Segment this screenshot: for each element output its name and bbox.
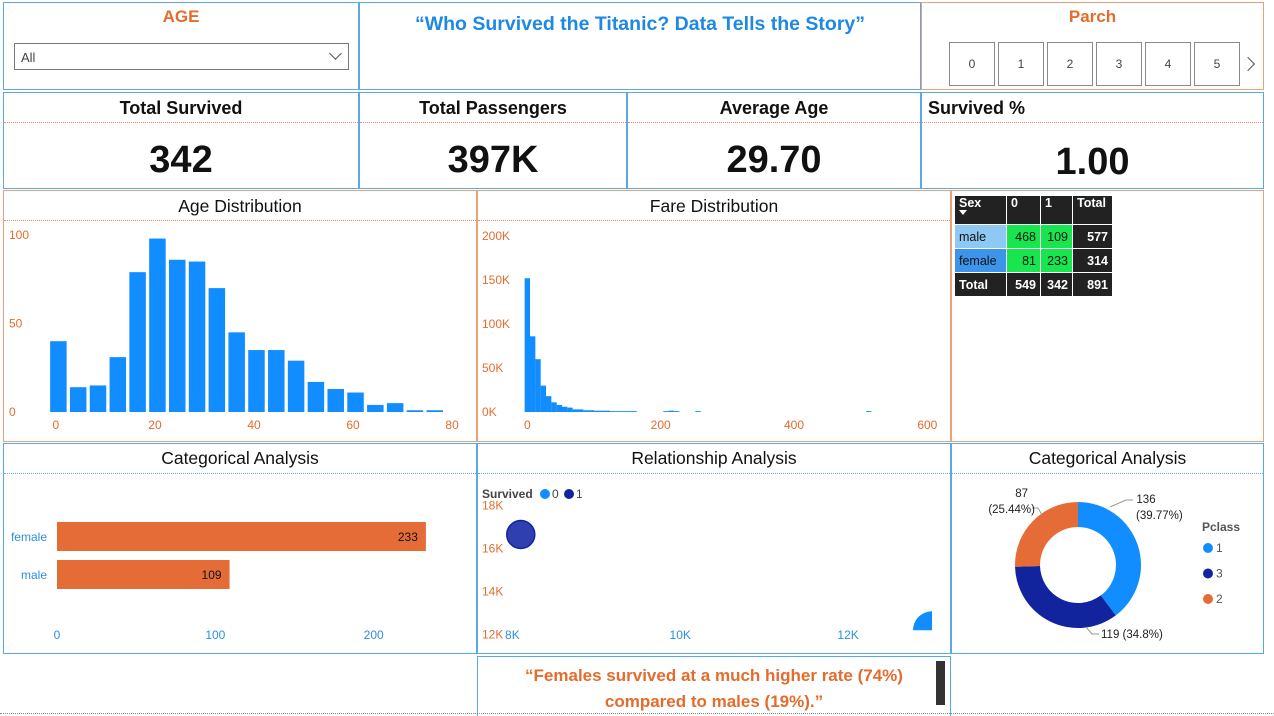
age-dropdown[interactable]: All (14, 43, 349, 70)
kpi-survived-percent: Survived % 1.00 (921, 92, 1264, 189)
categorical-pclass-panel: Categorical Analysis (951, 443, 1264, 654)
cell: 233 (1040, 248, 1073, 273)
relationship-panel: Relationship Analysis (477, 443, 951, 654)
chart-title: Fare Distribution (649, 196, 779, 216)
matrix-header-1[interactable]: 1 (1040, 195, 1073, 225)
row-total: 577 (1072, 224, 1113, 249)
cell: 81 (1006, 248, 1041, 273)
scrollbar[interactable] (936, 661, 945, 705)
matrix-header-0[interactable]: 0 (1006, 195, 1041, 225)
insight-line-2: compared to males (19%).” (604, 692, 824, 711)
grand-total: 891 (1072, 272, 1113, 297)
kpi-label: Average Age (719, 98, 829, 118)
categorical-sex-panel: Categorical Analysis (3, 443, 477, 654)
divider (4, 122, 358, 123)
parch-filter-title: Parch (1068, 7, 1117, 26)
kpi-label: Total Survived (119, 98, 243, 118)
divider (478, 220, 950, 221)
age-dropdown-value: All (21, 50, 36, 65)
divider (478, 473, 950, 474)
survival-matrix: Sex 0 1 Total male 468 109 577 female 81… (954, 195, 1113, 297)
chevron-right-icon[interactable] (1240, 56, 1256, 72)
row-total: 314 (1072, 248, 1113, 273)
chart-title: Categorical Analysis (161, 448, 319, 468)
parch-button-5[interactable]: 5 (1194, 42, 1240, 86)
age-distribution-panel: Age Distribution (3, 190, 477, 442)
age-filter-panel: AGE All (3, 2, 359, 90)
matrix-header-sex[interactable]: Sex (954, 195, 1007, 225)
cell: 468 (1006, 224, 1041, 249)
divider (360, 122, 626, 123)
insight-panel: “Females survived at a much higher rate … (477, 656, 951, 716)
fare-distribution-panel: Fare Distribution (477, 190, 951, 442)
chevron-down-icon (329, 47, 342, 60)
parch-button-1[interactable]: 1 (998, 42, 1044, 86)
parch-button-3[interactable]: 3 (1096, 42, 1142, 86)
sort-down-icon[interactable] (959, 210, 967, 215)
parch-button-0[interactable]: 0 (949, 42, 995, 86)
table-row: male 468 109 577 (954, 224, 1113, 249)
kpi-label: Total Passengers (419, 98, 567, 118)
age-filter-title: AGE (162, 7, 200, 26)
divider (4, 473, 476, 474)
kpi-average-age: Average Age 29.70 (627, 92, 921, 189)
matrix-header-total[interactable]: Total (1072, 195, 1113, 225)
divider (922, 122, 1263, 123)
cell: 109 (1040, 224, 1073, 249)
kpi-value: 29.70 (726, 139, 822, 181)
kpi-value: 397K (447, 139, 539, 181)
kpi-value: 342 (149, 139, 213, 181)
row-label: female (954, 248, 1007, 273)
row-label: male (954, 224, 1007, 249)
chart-title: Categorical Analysis (1028, 448, 1187, 468)
table-row-total: Total 549 342 891 (954, 272, 1113, 297)
total-label: Total (954, 272, 1007, 297)
table-row: female 81 233 314 (954, 248, 1113, 273)
kpi-total-survived: Total Survived 342 (3, 92, 359, 189)
kpi-label: Survived % (928, 98, 1026, 118)
page-title: “Who Survived the Titanic? Data Tells th… (414, 13, 866, 35)
title-panel: “Who Survived the Titanic? Data Tells th… (359, 2, 921, 90)
divider (952, 473, 1263, 474)
bottom-dotted-line (0, 713, 1274, 714)
column-total: 342 (1040, 272, 1073, 297)
chart-title: Relationship Analysis (631, 448, 797, 468)
chart-title: Age Distribution (178, 196, 302, 216)
parch-button-2[interactable]: 2 (1047, 42, 1093, 86)
column-total: 549 (1006, 272, 1041, 297)
kpi-total-passengers: Total Passengers 397K (359, 92, 627, 189)
kpi-value: 1.00 (1055, 141, 1130, 183)
parch-filter-panel: Parch 0 1 2 3 4 5 (921, 2, 1264, 90)
divider (628, 122, 920, 123)
insight-line-1: “Females survived at a much higher rate … (525, 666, 903, 685)
parch-button-4[interactable]: 4 (1145, 42, 1191, 86)
header-label: Sex (959, 196, 982, 210)
divider (4, 220, 476, 221)
